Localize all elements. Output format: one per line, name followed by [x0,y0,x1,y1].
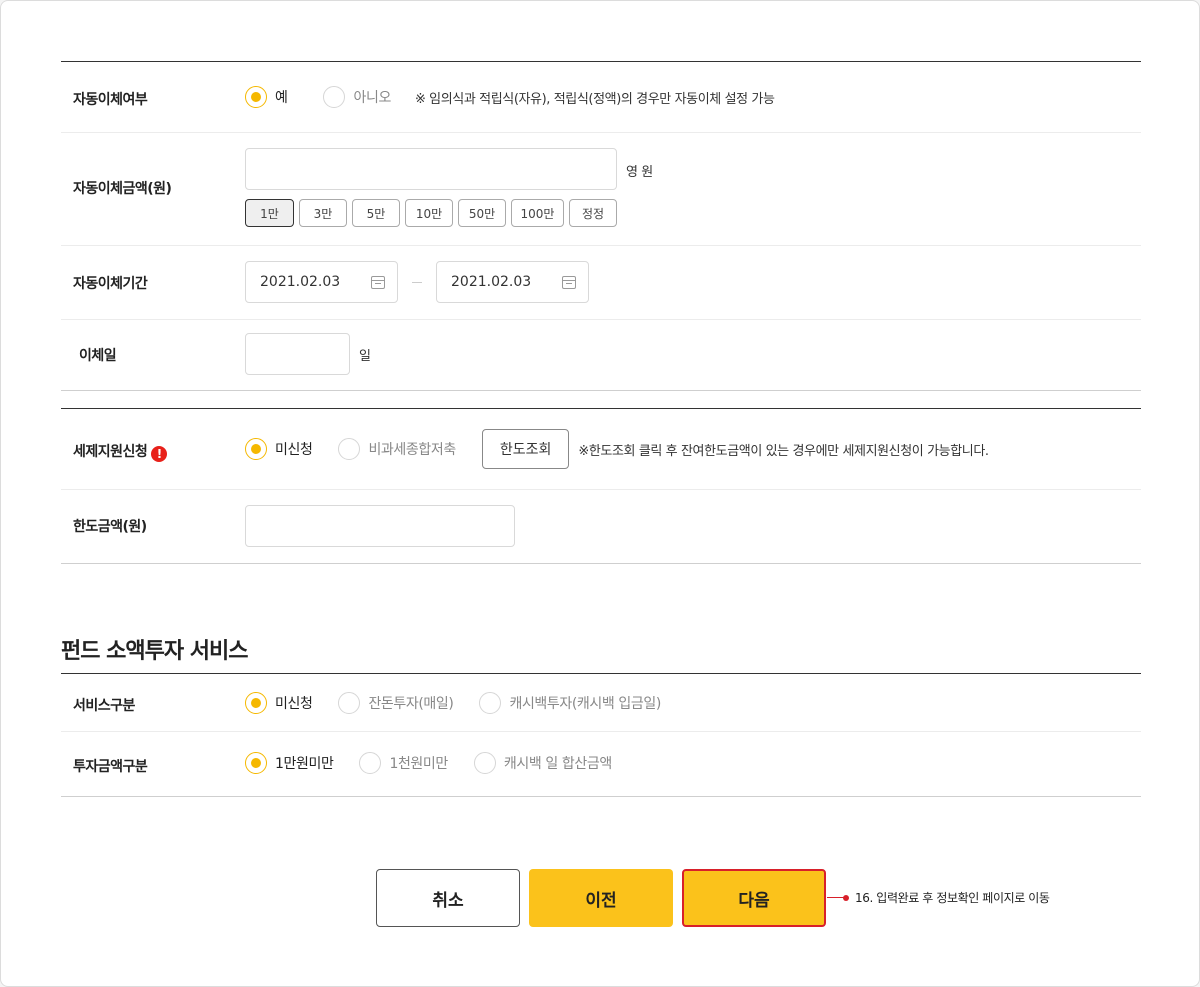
radio-dot [359,752,382,774]
radio-dot [338,692,361,714]
service-type-row: 서비스구분 미신청 잔돈투자(매일) 캐시백투자(캐시백 입금일) [61,674,1141,732]
amount-chip-group: 1만 3만 5만 10만 50만 100만 정정 [245,199,622,227]
end-date-text: 2021.02.03 [451,274,532,290]
tax-support-field: 미신청 비과세종합저축 한도조회 ※한도조회 클릭 후 잔여한도금액이 있는 경… [245,429,989,469]
radio-dot [338,438,361,460]
auto-transfer-section: 자동이체여부 예 아니오 ※ 임의식과 적립식(자유), 적립식(정액)의 경우… [61,61,1141,391]
invest-amount-row: 투자금액구분 1만원미만 1천원미만 캐시백 일 합산금액 [61,732,1141,797]
start-date-input[interactable]: 2021.02.03 [245,261,398,303]
transfer-day-row: 이체일 일 [61,320,1141,391]
radio-label: 아니오 [353,90,391,106]
service-type-label: 서비스구분 [73,698,135,714]
end-date-input[interactable]: 2021.02.03 [436,261,589,303]
auto-transfer-amount-input[interactable] [245,148,617,190]
radio-label: 예 [275,90,288,106]
service-type-field: 미신청 잔돈투자(매일) 캐시백투자(캐시백 입금일) [245,692,687,714]
radio-dot [479,692,502,714]
limit-amount-label: 한도금액(원) [73,519,147,535]
radio-tax-free-saving[interactable]: 비과세종합저축 [338,438,456,460]
auto-transfer-note: ※ 임의식과 적립식(자유), 적립식(정액)의 경우만 자동이체 설정 가능 [414,91,775,107]
radio-dot [473,752,496,774]
chip-1man[interactable]: 1만 [245,199,294,227]
transfer-day-input[interactable] [245,333,350,375]
start-date-text: 2021.02.03 [260,274,341,290]
radio-amount-under-10k[interactable]: 1만원미만 [245,752,334,774]
radio-label: 비과세종합저축 [368,442,456,458]
date-range-dash [412,281,422,283]
amount-unit-text: 영 원 [626,165,653,180]
calendar-icon[interactable] [562,275,576,289]
radio-tax-none[interactable]: 미신청 [245,438,313,460]
small-invest-section: 서비스구분 미신청 잔돈투자(매일) 캐시백투자(캐시백 입금일) 투자금액구분 [61,673,1141,797]
auto-transfer-amount-label: 자동이체금액(원) [73,181,172,197]
calendar-icon[interactable] [371,275,385,289]
annotation-point [843,894,849,901]
radio-service-change-invest[interactable]: 잔돈투자(매일) [338,692,454,714]
radio-label: 미신청 [275,442,313,458]
tax-support-section: 세제지원신청! 미신청 비과세종합저축 한도조회 ※한도조회 클릭 후 잔여한도… [61,408,1141,564]
transfer-day-label: 이체일 [79,348,117,364]
radio-auto-transfer-no[interactable]: 아니오 [323,86,391,108]
limit-amount-row: 한도금액(원) [61,490,1141,564]
chip-50man[interactable]: 50만 [458,199,506,227]
invest-amount-field: 1만원미만 1천원미만 캐시백 일 합산금액 [245,752,638,774]
chip-3man[interactable]: 3만 [299,199,347,227]
annotation-callout: 16. 입력완료 후 정보확인 페이지로 이동 [827,889,1050,906]
limit-check-button[interactable]: 한도조회 [481,429,570,469]
auto-transfer-period-row: 자동이체기간 2021.02.03 2021.02.03 [61,246,1141,320]
warning-icon[interactable]: ! [151,446,168,462]
radio-dot [323,86,346,108]
auto-transfer-enabled-label: 자동이체여부 [73,92,148,108]
auto-transfer-amount-field: 영 원 1만 3만 5만 10만 50만 100만 정정 [245,148,653,227]
radio-dot [245,438,267,460]
limit-amount-input[interactable] [245,505,515,547]
prev-button[interactable]: 이전 [529,869,673,927]
radio-dot [245,692,267,714]
auto-transfer-period-field: 2021.02.03 2021.02.03 [245,261,589,303]
radio-auto-transfer-yes[interactable]: 예 [245,86,288,108]
radio-dot [245,752,267,774]
annotation-text: 16. 입력완료 후 정보확인 페이지로 이동 [855,891,1050,905]
chip-correct[interactable]: 정정 [569,199,617,227]
transfer-day-field: 일 [245,333,371,375]
tax-support-row: 세제지원신청! 미신청 비과세종합저축 한도조회 ※한도조회 클릭 후 잔여한도… [61,409,1141,490]
radio-service-cashback-invest[interactable]: 캐시백투자(캐시백 입금일) [479,692,661,714]
day-unit-text: 일 [359,348,371,364]
chip-10man[interactable]: 10만 [405,199,453,227]
cancel-button[interactable]: 취소 [376,869,520,927]
auto-transfer-enabled-field: 예 아니오 ※ 임의식과 적립식(자유), 적립식(정액)의 경우만 자동이체 … [245,86,775,108]
radio-amount-cashback-sum[interactable]: 캐시백 일 합산금액 [473,752,612,774]
auto-transfer-period-label: 자동이체기간 [73,276,148,292]
radio-label: 캐시백 일 합산금액 [503,756,612,772]
invest-amount-label: 투자금액구분 [73,759,148,775]
tax-support-label: 세제지원신청! [73,441,168,462]
radio-dot [245,86,267,108]
limit-amount-field [245,505,515,547]
auto-transfer-amount-row: 자동이체금액(원) 영 원 1만 3만 5만 10만 50만 100만 정정 [61,133,1141,246]
tax-support-label-text: 세제지원신청 [73,444,148,460]
small-invest-title: 펀드 소액투자 서비스 [61,639,248,664]
chip-100man[interactable]: 100만 [511,199,564,227]
radio-label: 1천원미만 [389,756,448,772]
radio-label: 미신청 [275,696,313,712]
form-page: 자동이체여부 예 아니오 ※ 임의식과 적립식(자유), 적립식(정액)의 경우… [0,0,1200,987]
tax-support-note: ※한도조회 클릭 후 잔여한도금액이 있는 경우에만 세제지원신청이 가능합니다… [578,443,989,459]
radio-label: 1만원미만 [275,756,334,772]
next-button[interactable]: 다음 [682,869,826,927]
radio-service-none[interactable]: 미신청 [245,692,313,714]
radio-amount-under-1k[interactable]: 1천원미만 [359,752,448,774]
auto-transfer-enabled-row: 자동이체여부 예 아니오 ※ 임의식과 적립식(자유), 적립식(정액)의 경우… [61,62,1141,133]
radio-label: 잔돈투자(매일) [368,696,454,712]
radio-label: 캐시백투자(캐시백 입금일) [509,696,661,712]
chip-5man[interactable]: 5만 [352,199,400,227]
